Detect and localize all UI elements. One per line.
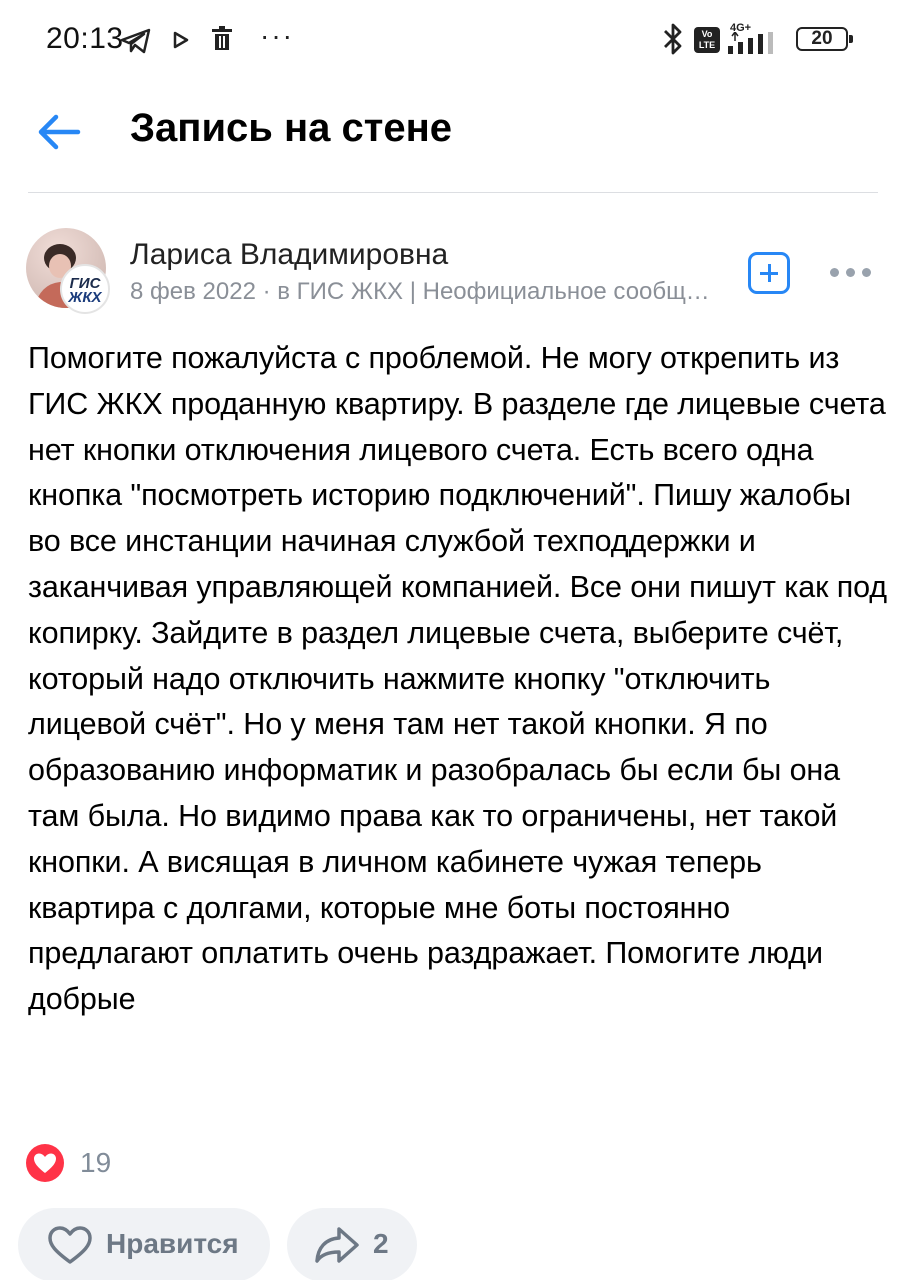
badge-line-2: ЖКХ: [68, 289, 102, 306]
volte-icon: Vo LTE: [694, 27, 720, 53]
more-options-button[interactable]: [830, 262, 872, 282]
heart-reaction-icon: [26, 1144, 64, 1182]
dot: [846, 268, 855, 277]
share-arrow-icon: [315, 1227, 359, 1263]
telegram-icon: [120, 28, 151, 54]
dot: [862, 268, 871, 277]
heart-outline-icon: [48, 1226, 92, 1264]
post-meta[interactable]: 8 фев 2022 · в ГИС ЖКХ | Неофициальное с…: [130, 278, 714, 306]
dot: [830, 268, 839, 277]
page-title: Запись на стене: [130, 106, 453, 150]
bluetooth-icon: [664, 23, 682, 55]
community-badge: ГИС ЖКХ: [60, 264, 110, 314]
status-bar: 20:13 ··· Vo LTE 4G+ 20: [0, 0, 906, 80]
trash-icon: [212, 26, 232, 50]
author-name[interactable]: Лариса Владимировна: [130, 238, 448, 272]
like-button[interactable]: Нравится: [18, 1208, 270, 1280]
battery-icon: 20: [796, 27, 853, 51]
subscribe-button[interactable]: [748, 252, 790, 294]
like-label: Нравится: [106, 1228, 239, 1259]
share-count: 2: [373, 1228, 389, 1259]
page-header: Запись на стене: [0, 80, 906, 192]
battery-level: 20: [811, 28, 833, 49]
back-arrow-icon[interactable]: [34, 106, 86, 158]
play-icon: [173, 31, 189, 49]
signal-icon: [728, 32, 773, 54]
share-button[interactable]: 2: [287, 1208, 417, 1280]
header-divider: [28, 192, 878, 193]
more-dots-icon: ···: [260, 20, 294, 51]
status-time: 20:13: [46, 22, 124, 55]
likes-count: 19: [80, 1147, 112, 1178]
post-text: Помогите пожалуйста с проблемой. Не могу…: [28, 341, 887, 1017]
